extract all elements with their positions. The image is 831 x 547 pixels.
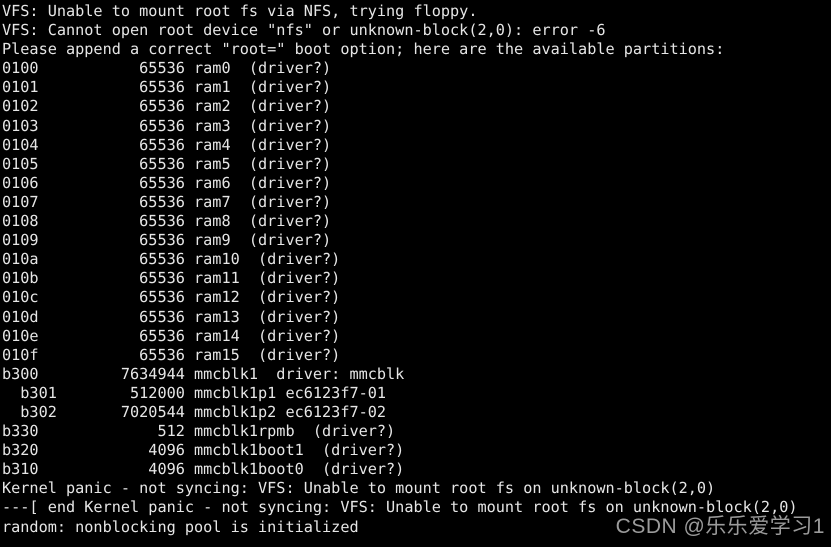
console-line: random: nonblocking pool is initialized <box>2 517 359 536</box>
console-line: b302 7020544 mmcblk1p2 ec6123f7-02 <box>2 402 387 421</box>
console-line: b300 7634944 mmcblk1 driver: mmcblk <box>2 364 405 383</box>
console-line: Please append a correct "root=" boot opt… <box>2 40 725 59</box>
console-line: 0108 65536 ram8 (driver?) <box>2 212 332 231</box>
kernel-console-output: VFS: Unable to mount root fs via NFS, tr… <box>0 0 831 547</box>
console-line: 0101 65536 ram1 (driver?) <box>2 78 332 97</box>
console-line: Kernel panic - not syncing: VFS: Unable … <box>2 479 716 498</box>
console-line: 0107 65536 ram7 (driver?) <box>2 192 332 211</box>
console-line: b320 4096 mmcblk1boot1 (driver?) <box>2 441 405 460</box>
console-line: b310 4096 mmcblk1boot0 (driver?) <box>2 460 405 479</box>
console-line: 010d 65536 ram13 (driver?) <box>2 307 341 326</box>
console-line: VFS: Cannot open root device "nfs" or un… <box>2 21 606 40</box>
console-line: b301 512000 mmcblk1p1 ec6123f7-01 <box>2 383 387 402</box>
console-line: b330 512 mmcblk1rpmb (driver?) <box>2 422 396 441</box>
console-line: 0109 65536 ram9 (driver?) <box>2 231 332 250</box>
console-line: 0105 65536 ram5 (driver?) <box>2 154 332 173</box>
console-line: 0103 65536 ram3 (driver?) <box>2 116 332 135</box>
console-line: VFS: Unable to mount root fs via NFS, tr… <box>2 2 478 20</box>
console-line: 0104 65536 ram4 (driver?) <box>2 135 332 154</box>
console-line-list: VFS: Unable to mount root fs via NFS, tr… <box>2 2 831 537</box>
console-line: 0102 65536 ram2 (driver?) <box>2 97 332 116</box>
console-line: 010b 65536 ram11 (driver?) <box>2 269 341 288</box>
console-line: ---[ end Kernel panic - not syncing: VFS… <box>2 498 798 517</box>
console-line: 0106 65536 ram6 (driver?) <box>2 173 332 192</box>
console-line: 010e 65536 ram14 (driver?) <box>2 326 341 345</box>
console-line: 010a 65536 ram10 (driver?) <box>2 250 341 269</box>
console-line: 0100 65536 ram0 (driver?) <box>2 59 332 78</box>
console-line: 010f 65536 ram15 (driver?) <box>2 345 341 364</box>
console-line: 010c 65536 ram12 (driver?) <box>2 288 341 307</box>
